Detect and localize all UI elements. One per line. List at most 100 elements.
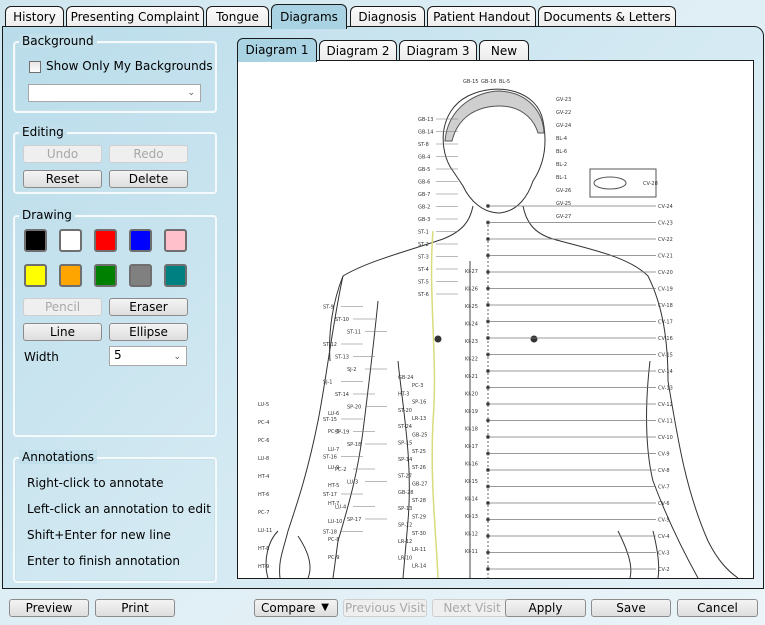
redo-button[interactable]: Redo: [109, 145, 188, 163]
tab-presenting-complaint[interactable]: Presenting Complaint: [66, 6, 204, 27]
tab-history[interactable]: History: [5, 6, 64, 27]
drawing-canvas[interactable]: CV-24 CV-23 CV-22 CV-21 CV-20 CV-19 CV-18 CV-17…: [237, 60, 754, 579]
width-select-value: 5: [114, 348, 122, 362]
reset-button[interactable]: Reset: [23, 170, 102, 188]
tab-patient-handout[interactable]: Patient Handout: [427, 6, 536, 27]
next-visit-button[interactable]: Next Visit: [432, 599, 512, 617]
ki-point-label: KI-19: [465, 409, 478, 415]
acupoint-label: SJ-1: [323, 380, 332, 386]
acupuncture-body-chart[interactable]: CV-24 CV-23 CV-22 CV-21 CV-20 CV-19 CV-18 CV-17…: [238, 61, 753, 578]
cv-point-label: CV-15: [658, 353, 673, 359]
color-swatch-gray[interactable]: [129, 264, 152, 287]
ki-point-label: KI-20: [465, 392, 478, 398]
head-point-label: BL-2: [556, 162, 567, 168]
acupoint-label: ST-8: [418, 142, 429, 148]
color-swatch-black[interactable]: [24, 229, 47, 252]
acupoint-label: ST-13: [335, 355, 349, 361]
abdomen-point-label: SP-14: [398, 457, 412, 463]
acupoint-marker: [485, 500, 490, 505]
ellipse-button[interactable]: Ellipse: [109, 323, 188, 341]
color-swatch-pink[interactable]: [164, 229, 187, 252]
annotation-hint: Left-click an annotation to edit: [27, 502, 211, 516]
compare-dropdown-button[interactable]: Compare ▼: [254, 599, 338, 617]
acupoint-marker: [485, 368, 490, 373]
acupoint-marker: [485, 220, 490, 225]
abdomen-point-label: LR-12: [398, 539, 412, 545]
right-hand: [617, 530, 660, 578]
apply-button[interactable]: Apply: [505, 599, 586, 617]
st-meridian: [430, 230, 439, 578]
acupoint-label: ST-15: [323, 417, 337, 423]
acupoint-marker: [485, 203, 490, 208]
previous-visit-button[interactable]: Previous Visit: [343, 599, 427, 617]
print-button[interactable]: Print: [95, 599, 175, 617]
tab-diagram-3[interactable]: Diagram 3: [399, 40, 477, 60]
width-label: Width: [24, 350, 59, 364]
acupoint-marker: [485, 467, 490, 472]
chevron-down-icon: ⌄: [173, 352, 181, 362]
acupoint-label: SP-17: [347, 517, 361, 523]
cancel-button[interactable]: Cancel: [677, 599, 758, 617]
acupoint-marker: [485, 451, 490, 456]
abdomen-point-label: HT-3: [398, 391, 409, 397]
arm-point-label: PC-8: [328, 537, 340, 543]
ki-point-label: KI-21: [465, 374, 478, 380]
save-button[interactable]: Save: [591, 599, 671, 617]
ki-point-label: KI-18: [465, 427, 478, 433]
drawing-group-title: Drawing: [19, 208, 75, 222]
arm-point-label: PC-6: [258, 438, 270, 444]
undo-button[interactable]: Undo: [23, 145, 102, 163]
tab-diagram-2[interactable]: Diagram 2: [319, 40, 397, 60]
eraser-button[interactable]: Eraser: [109, 298, 188, 316]
abdomen-point-label: LR-11: [412, 547, 426, 553]
acupoint-marker: [485, 550, 490, 555]
head-point-label: GV-26: [556, 188, 571, 194]
acupoint-label: GB-6: [418, 180, 430, 186]
cv-point-label: CV-19: [658, 287, 673, 293]
tab-documents-letters[interactable]: Documents & Letters: [538, 6, 676, 27]
acupoint-label: ST-10: [335, 317, 349, 323]
color-swatch-orange[interactable]: [59, 264, 82, 287]
tab-new-diagram[interactable]: New: [479, 40, 529, 60]
tab-tongue[interactable]: Tongue: [206, 6, 269, 27]
background-select[interactable]: ⌄: [28, 84, 201, 102]
color-swatch-green[interactable]: [94, 264, 117, 287]
ki-point-label: KI-23: [465, 339, 478, 345]
delete-button[interactable]: Delete: [109, 170, 188, 188]
cv-point-label: CV-4: [658, 534, 670, 540]
line-button[interactable]: Line: [23, 323, 102, 341]
show-only-my-backgrounds-label[interactable]: Show Only My Backgrounds: [46, 59, 213, 73]
color-swatch-yellow[interactable]: [24, 264, 47, 287]
color-swatch-red[interactable]: [94, 229, 117, 252]
acupoint-marker: [485, 418, 490, 423]
acupoint-label: ST-11: [347, 330, 361, 336]
tab-diagnosis[interactable]: Diagnosis: [350, 6, 425, 27]
pencil-button[interactable]: Pencil: [23, 298, 102, 316]
abdomen-point-label: GB-27: [412, 482, 427, 488]
editing-group: Editing Undo Redo Reset Delete: [13, 125, 217, 194]
cv-point-label: CV-14: [658, 369, 673, 375]
ki-point-label: KI-11: [465, 549, 478, 555]
head-point-label: BL-1: [556, 175, 567, 181]
acupoint-label: ST-9: [323, 305, 334, 311]
arm-point-label: PC-5: [328, 429, 340, 435]
abdomen-point-label: ST-28: [412, 498, 426, 504]
tab-diagrams[interactable]: Diagrams: [271, 4, 347, 29]
tab-diagram-1[interactable]: Diagram 1: [237, 38, 317, 62]
abdomen-point-label: GB-25: [412, 432, 427, 438]
color-swatch-white[interactable]: [59, 229, 82, 252]
acupoint-label: ST-17: [323, 492, 337, 498]
acupoint-label: GB-14: [418, 130, 433, 136]
abdomen-point-label: ST-20: [398, 408, 412, 414]
preview-button[interactable]: Preview: [9, 599, 89, 617]
abdomen-point-label: SP-16: [412, 400, 426, 406]
ki-point-label: KI-14: [465, 497, 478, 503]
hand-outline: [265, 530, 311, 578]
color-swatch-teal[interactable]: [164, 264, 187, 287]
width-select[interactable]: 5 ⌄: [109, 346, 187, 366]
color-swatch-blue[interactable]: [129, 229, 152, 252]
annotations-group-title: Annotations: [19, 450, 98, 464]
show-only-my-backgrounds-checkbox[interactable]: [29, 61, 41, 73]
head-point-label: BL-4: [556, 136, 567, 142]
caret-down-icon: ▼: [321, 602, 329, 613]
